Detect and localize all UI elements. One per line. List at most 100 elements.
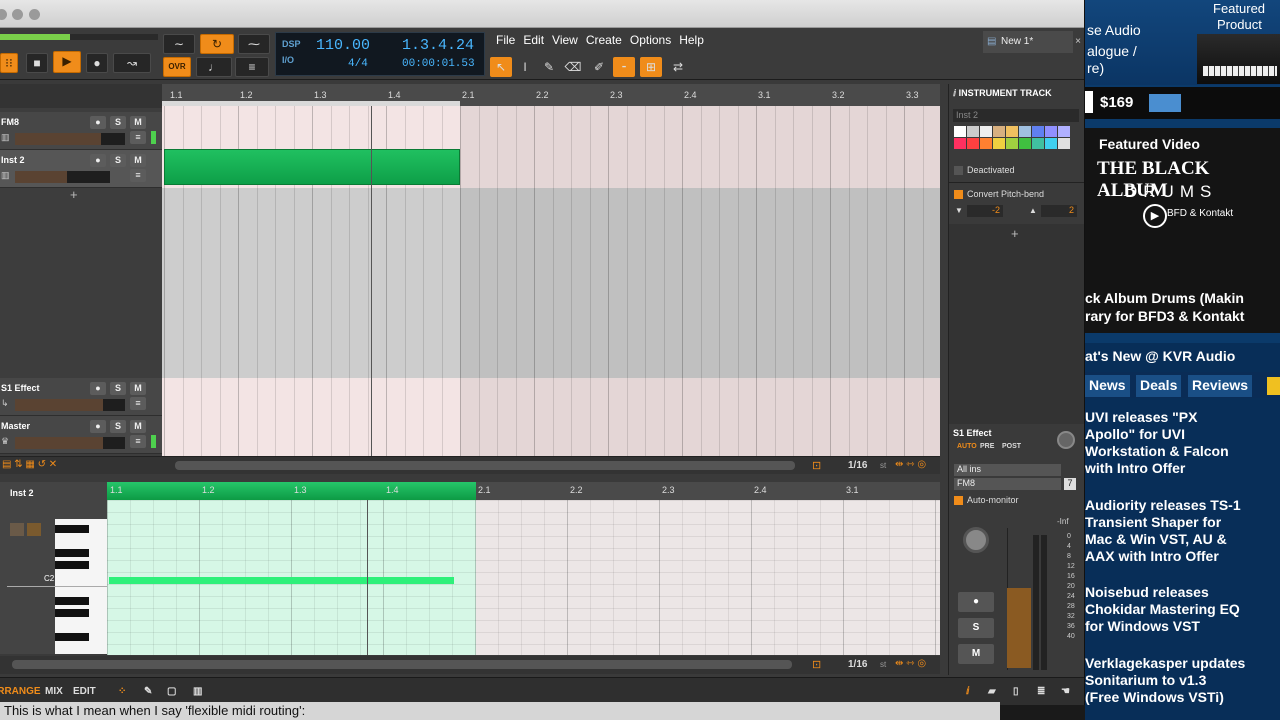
time-signature-display[interactable]: 4/4 <box>348 58 368 70</box>
solo-button[interactable]: S <box>110 116 126 129</box>
scroll-thumb[interactable] <box>12 660 792 669</box>
loop-button[interactable]: ↻ <box>200 34 234 54</box>
convert-pitch-bend-checkbox[interactable] <box>954 190 963 199</box>
precount-button[interactable]: ⁓ <box>238 34 270 54</box>
snap-icon[interactable]: ⊡ <box>812 658 821 671</box>
edit-view-button[interactable]: EDIT <box>73 686 96 697</box>
pitch-up-field[interactable]: 2 <box>1041 205 1077 217</box>
quantize-button[interactable]: ≡ <box>235 57 269 77</box>
zoom-label[interactable]: 1/16 <box>848 659 867 670</box>
volume-fader[interactable] <box>15 437 125 449</box>
post-button[interactable]: POST <box>1002 443 1021 450</box>
menu-help[interactable]: Help <box>679 33 704 49</box>
menu-edit[interactable]: Edit <box>523 33 544 49</box>
arrange-tools-icons[interactable]: ▤ ⇅ ▦ ↺ ✕ <box>2 459 57 470</box>
track-menu-button[interactable]: ≡ <box>130 169 146 182</box>
solo-button[interactable]: S <box>110 154 126 167</box>
reviews-tab[interactable]: Reviews <box>1188 375 1253 397</box>
stop-button[interactable]: ■ <box>26 53 48 73</box>
quantize-grid-toggle[interactable]: ⊞ <box>640 57 662 77</box>
editor-event-bar[interactable] <box>107 482 476 500</box>
arrow-tool[interactable]: ↖ <box>490 57 512 77</box>
volume-fader-bar[interactable] <box>1007 588 1031 668</box>
video-caption-line-1[interactable]: ck Album Drums (Makin <box>1085 290 1244 306</box>
record-arm-button[interactable]: ● <box>90 382 106 395</box>
menu-file[interactable]: File <box>496 33 515 49</box>
document-tab[interactable]: ▤ New 1* × <box>983 31 1081 53</box>
volume-fader[interactable] <box>15 171 110 183</box>
arrange-view-button[interactable]: ARRANGE <box>0 686 41 697</box>
bar-position-display[interactable]: 1.3.4.24 <box>402 37 474 54</box>
zoom-controls-icons[interactable]: ⇹ ⇿ ◎ <box>895 459 926 470</box>
input-select[interactable]: All ins <box>954 464 1061 476</box>
color-swatch[interactable] <box>1032 138 1044 149</box>
automation-button[interactable]: ↝ <box>113 53 151 73</box>
mute-button[interactable]: M <box>130 420 146 433</box>
snap-icon[interactable]: ⊡ <box>812 459 821 472</box>
track-menu-button[interactable]: ≡ <box>130 131 146 144</box>
price-bar[interactable]: $169 <box>1085 87 1280 119</box>
eraser-tool[interactable]: ⌫ <box>562 57 584 77</box>
forum-tab-icon[interactable] <box>1267 377 1280 395</box>
mix-view-button[interactable]: MIX <box>45 686 63 697</box>
color-swatch[interactable] <box>993 138 1005 149</box>
product-image[interactable] <box>1197 34 1280 84</box>
channel-mute-button[interactable]: M <box>958 644 994 664</box>
track-menu-button[interactable]: ≡ <box>130 397 146 410</box>
timeline-ruler[interactable]: 1.1 1.2 1.3 1.4 2.1 2.2 2.3 2.4 3.1 3.2 … <box>162 84 940 106</box>
browse-icon[interactable]: ⁘ <box>118 686 126 697</box>
split-tool[interactable]: ⇄ <box>667 57 689 77</box>
inspector-toggle-icon[interactable]: ▢ <box>167 686 176 697</box>
minimize-window-button[interactable] <box>12 9 23 20</box>
track-master[interactable]: Master ♛ ● S M ≡ <box>0 416 162 454</box>
volume-fader[interactable] <box>15 133 125 145</box>
midi-note[interactable] <box>109 577 454 584</box>
menu-options[interactable]: Options <box>630 33 671 49</box>
pencil-tool[interactable]: ✎ <box>538 57 560 77</box>
loop-range[interactable] <box>162 101 460 106</box>
channel-solo-button[interactable]: S <box>958 618 994 638</box>
instrument-editor-icon[interactable] <box>27 523 41 536</box>
solo-button[interactable]: S <box>110 382 126 395</box>
track-s1-effect[interactable]: S1 Effect ↳ ● S M ≡ <box>0 378 162 416</box>
solo-button[interactable]: S <box>110 420 126 433</box>
color-swatch[interactable] <box>1032 126 1044 137</box>
time-position-display[interactable]: 00:00:01.53 <box>402 58 475 70</box>
record-arm-button[interactable]: ● <box>90 116 106 129</box>
close-window-button[interactable] <box>0 9 7 20</box>
wave-mode-button[interactable]: ∼ <box>163 34 195 54</box>
color-swatch[interactable] <box>954 126 966 137</box>
tools-icon[interactable]: ✎ <box>144 686 152 697</box>
pan-knob[interactable] <box>963 527 989 553</box>
deactivated-checkbox[interactable] <box>954 166 963 175</box>
color-swatch[interactable] <box>1006 138 1018 149</box>
send-level-knob[interactable] <box>1057 431 1075 449</box>
color-swatch[interactable] <box>980 126 992 137</box>
menu-create[interactable]: Create <box>586 33 622 49</box>
news-tab[interactable]: News <box>1085 375 1130 397</box>
arrange-scrollbar[interactable]: ▤ ⇅ ▦ ↺ ✕ ⊡ 1/16 st ⇹ ⇿ ◎ <box>0 456 940 474</box>
color-swatch[interactable] <box>980 138 992 149</box>
track-inst2[interactable]: Inst 2 ▥ ● S M ≡ <box>0 150 162 188</box>
play-video-icon[interactable]: ▶ <box>1143 204 1167 228</box>
record-arm-button[interactable]: ● <box>90 420 106 433</box>
piano-roll-grid[interactable] <box>107 500 940 655</box>
file-icon[interactable]: ▯ <box>1013 686 1019 697</box>
editor-ruler[interactable]: 1.1 1.2 1.3 1.4 2.1 2.2 2.3 2.4 3.1 <box>107 482 940 500</box>
pre-button[interactable]: PRE <box>980 443 994 450</box>
editor-scrollbar[interactable]: ⊡ 1/16 st ⇹ ⇿ ◎ <box>0 656 940 674</box>
range-tool[interactable]: I <box>514 57 536 77</box>
color-swatch[interactable] <box>1006 126 1018 137</box>
folder-icon[interactable]: ▰ <box>988 686 996 697</box>
color-swatch[interactable] <box>967 138 979 149</box>
add-track-button[interactable]: + <box>70 187 78 202</box>
color-swatch[interactable] <box>1019 126 1031 137</box>
hand-icon[interactable]: ☚ <box>1061 686 1070 697</box>
color-swatch[interactable] <box>1045 126 1057 137</box>
deals-tab[interactable]: Deals <box>1136 375 1182 397</box>
scroll-thumb[interactable] <box>175 461 795 470</box>
color-palette[interactable] <box>954 126 1078 160</box>
metronome-button[interactable]: ♩ <box>196 57 232 77</box>
color-swatch[interactable] <box>1019 138 1031 149</box>
menu-view[interactable]: View <box>552 33 578 49</box>
